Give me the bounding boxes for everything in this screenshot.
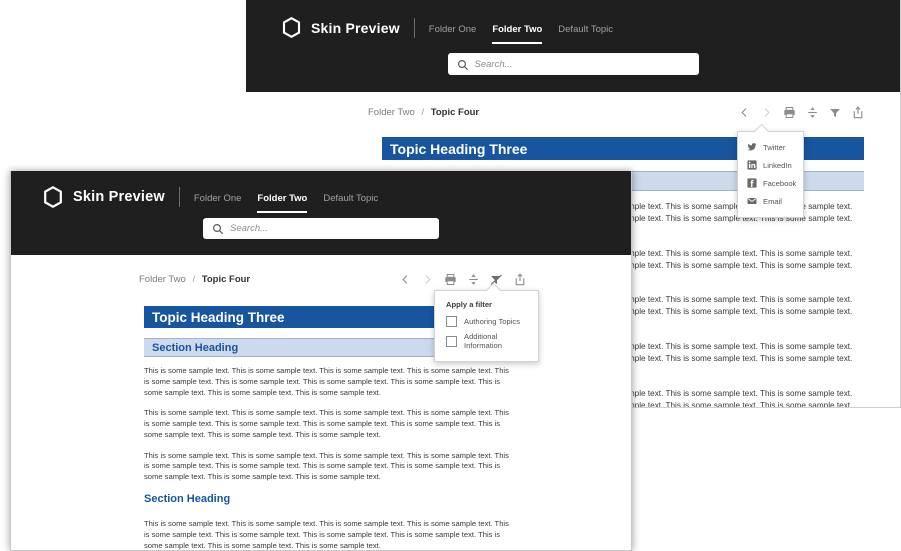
- facebook-icon: [747, 178, 757, 188]
- checkbox-icon[interactable]: [446, 335, 457, 347]
- topic-body-front: This is some sample text. This is some s…: [11, 357, 631, 493]
- search-area-back: Search...: [246, 53, 900, 75]
- next-topic-button-front[interactable]: [422, 274, 433, 285]
- breadcrumb-parent-back[interactable]: Folder Two: [368, 107, 415, 118]
- search-icon: [212, 223, 224, 235]
- hexagon-outline-icon: [282, 16, 301, 39]
- breadcrumb-back: Folder Two / Topic Four: [368, 107, 479, 118]
- search-area-front: Search...: [11, 218, 631, 239]
- body-paragraph: This is some sample text. This is some s…: [144, 450, 509, 482]
- hexagon-outline-icon: [43, 186, 63, 208]
- section-heading-2-front: Section Heading: [144, 493, 231, 506]
- nav-item-default-topic-back[interactable]: Default Topic: [558, 21, 613, 35]
- screenshot-stage: Skin Preview Folder One Folder Two Defau…: [0, 0, 901, 551]
- filter-option-additional-information[interactable]: Additional Information: [435, 327, 538, 350]
- topic-body-2-front: This is some sample text. This is some s…: [11, 510, 631, 550]
- main-nav-front: Folder One Folder Two Default Topic: [194, 190, 394, 213]
- search-placeholder-back: Search...: [474, 58, 513, 70]
- breadcrumb-parent-front[interactable]: Folder Two: [139, 274, 186, 285]
- breadcrumb-toolbar-row-front: Folder Two / Topic Four: [11, 255, 631, 286]
- body-paragraph: This is some sample text. This is some s…: [144, 408, 509, 439]
- nav-active-underline-front: [257, 211, 308, 213]
- nav-item-folder-two-back[interactable]: Folder Two: [492, 21, 543, 44]
- nav-item-folder-two-label-back: Folder Two: [492, 23, 543, 35]
- nav-active-underline-back: [492, 41, 543, 44]
- brand-divider-front: [178, 187, 180, 207]
- share-menu-item-twitter[interactable]: Twitter: [738, 138, 803, 156]
- nav-item-folder-two-front[interactable]: Folder Two: [257, 190, 308, 213]
- brand-area-back[interactable]: Skin Preview Folder One Folder Two Defau…: [282, 16, 629, 44]
- share-menu-item-linkedin-label: LinkedIn: [763, 160, 792, 170]
- previous-topic-button-back[interactable]: [739, 107, 750, 118]
- topic-toolbar-front: [389, 273, 526, 286]
- body-paragraph: This is some sample text. This is some s…: [144, 366, 509, 397]
- main-nav-back: Folder One Folder Two Default Topic: [429, 21, 629, 44]
- breadcrumb-toolbar-row-back: Folder Two / Topic Four: [246, 92, 900, 119]
- twitter-icon: [747, 142, 757, 152]
- checkbox-icon[interactable]: [446, 316, 457, 327]
- nav-item-folder-one-back[interactable]: Folder One: [429, 21, 477, 35]
- share-menu[interactable]: Twitter LinkedIn Facebook Email: [737, 123, 804, 218]
- nav-item-folder-two-label-front: Folder Two: [257, 193, 308, 204]
- breadcrumb-current-back: Topic Four: [430, 107, 480, 118]
- breadcrumb-current-front: Topic Four: [201, 274, 251, 285]
- filter-option-authoring-topics-label: Authoring Topics: [464, 317, 521, 326]
- brand-name-back: Skin Preview: [311, 19, 400, 36]
- site-header-front: Skin Preview Folder One Folder Two Defau…: [11, 171, 631, 255]
- nav-item-folder-one-front[interactable]: Folder One: [194, 190, 242, 204]
- expand-collapse-button-front[interactable]: [468, 273, 479, 286]
- next-topic-button-back[interactable]: [761, 107, 772, 118]
- filter-menu[interactable]: Apply a filter Authoring Topics Addition…: [434, 282, 539, 362]
- share-menu-item-linkedin[interactable]: LinkedIn: [738, 156, 803, 174]
- search-icon: [457, 59, 468, 70]
- share-button-back[interactable]: [852, 106, 864, 119]
- share-menu-item-twitter-label: Twitter: [763, 142, 786, 152]
- filter-option-authoring-topics[interactable]: Authoring Topics: [435, 311, 538, 327]
- search-placeholder-front: Search...: [230, 223, 269, 234]
- email-icon: [747, 196, 757, 206]
- site-header-back: Skin Preview Folder One Folder Two Defau…: [246, 0, 900, 92]
- breadcrumb-front: Folder Two / Topic Four: [139, 274, 250, 285]
- brand-name-front: Skin Preview: [73, 189, 165, 205]
- brand-divider-back: [413, 17, 415, 38]
- breadcrumb-separator-back: /: [421, 107, 425, 118]
- linkedin-icon: [747, 160, 757, 170]
- breadcrumb-separator-front: /: [192, 274, 196, 285]
- search-input-front[interactable]: Search...: [203, 218, 439, 239]
- filter-option-additional-information-label: Additional Information: [464, 332, 502, 350]
- share-button-front[interactable]: [514, 273, 526, 286]
- filter-menu-title: Apply a filter: [446, 300, 492, 309]
- share-menu-item-facebook[interactable]: Facebook: [738, 174, 803, 192]
- search-input-back[interactable]: Search...: [447, 53, 699, 75]
- share-menu-item-facebook-label: Facebook: [763, 178, 797, 188]
- filter-button-back[interactable]: [829, 107, 841, 119]
- share-menu-item-email[interactable]: Email: [738, 192, 803, 210]
- body-paragraph: This is some sample text. This is some s…: [144, 519, 509, 550]
- brand-area-front[interactable]: Skin Preview Folder One Folder Two Defau…: [43, 186, 394, 213]
- print-button-front[interactable]: [444, 273, 457, 286]
- print-button-back[interactable]: [783, 106, 796, 119]
- previous-topic-button-front[interactable]: [400, 274, 411, 285]
- topic-toolbar-back: [728, 106, 864, 119]
- nav-item-default-topic-front[interactable]: Default Topic: [323, 190, 378, 204]
- expand-collapse-button-back[interactable]: [807, 106, 818, 119]
- share-menu-item-email-label: Email: [763, 196, 782, 206]
